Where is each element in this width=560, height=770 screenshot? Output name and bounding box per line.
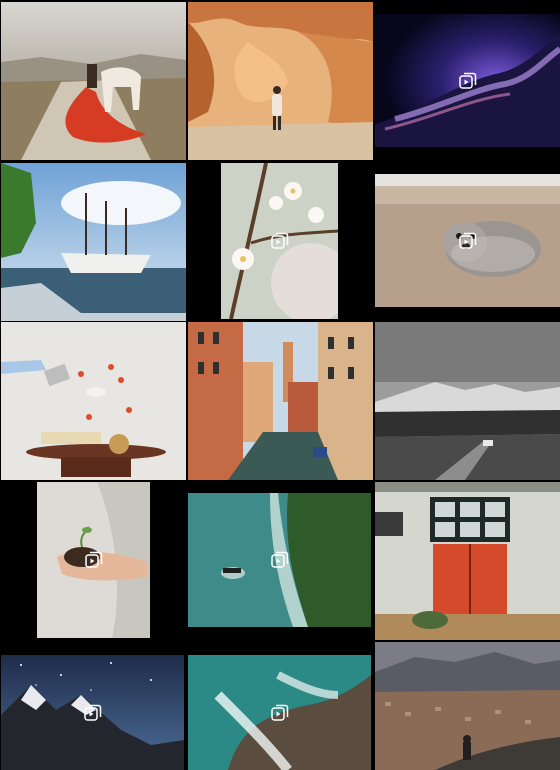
photo-cherry-blossom-branch xyxy=(221,163,338,319)
photo-floating-breakfast-still-life xyxy=(1,322,186,480)
photo-woman-red-dress-horse xyxy=(1,2,186,160)
photo-seal-pup-beach xyxy=(375,174,560,307)
grid-tile-venice-canal[interactable] xyxy=(188,322,373,480)
grid-tile-cherry-blossom-branch[interactable] xyxy=(221,163,338,319)
grid-tile-aerial-surfer-ocean[interactable] xyxy=(188,493,371,627)
grid-tile-seal-pup-beach[interactable] xyxy=(375,174,560,307)
photo-city-valley-mountains xyxy=(375,642,560,770)
photo-building-red-door xyxy=(375,482,560,640)
grid-tile-starry-sky-mountains[interactable] xyxy=(1,655,184,770)
grid-tile-aerial-waves-rocks[interactable] xyxy=(188,655,371,770)
grid-tile-building-red-door[interactable] xyxy=(375,482,560,640)
grid-tile-purple-particle-wave[interactable] xyxy=(375,14,560,147)
grid-tile-hands-holding-seedling[interactable] xyxy=(37,482,150,638)
photo-mountain-highway-bw xyxy=(375,322,560,480)
photo-starry-sky-mountains xyxy=(1,655,184,770)
photo-sandstone-canyon-person xyxy=(188,2,373,160)
grid-tile-tall-ship-harbor[interactable] xyxy=(1,163,186,321)
grid-tile-city-valley-mountains[interactable] xyxy=(375,642,560,770)
grid-tile-mountain-highway-bw[interactable] xyxy=(375,322,560,480)
photo-aerial-waves-rocks xyxy=(188,655,371,770)
photo-hands-holding-seedling xyxy=(37,482,150,638)
grid-tile-floating-breakfast-still-life[interactable] xyxy=(1,322,186,480)
photo-grid xyxy=(0,0,560,770)
photo-aerial-surfer-ocean xyxy=(188,493,371,627)
photo-tall-ship-harbor xyxy=(1,163,186,321)
grid-tile-sandstone-canyon-person[interactable] xyxy=(188,2,373,160)
photo-venice-canal xyxy=(188,322,373,480)
photo-purple-particle-wave xyxy=(375,14,560,147)
grid-tile-woman-red-dress-horse[interactable] xyxy=(1,2,186,160)
